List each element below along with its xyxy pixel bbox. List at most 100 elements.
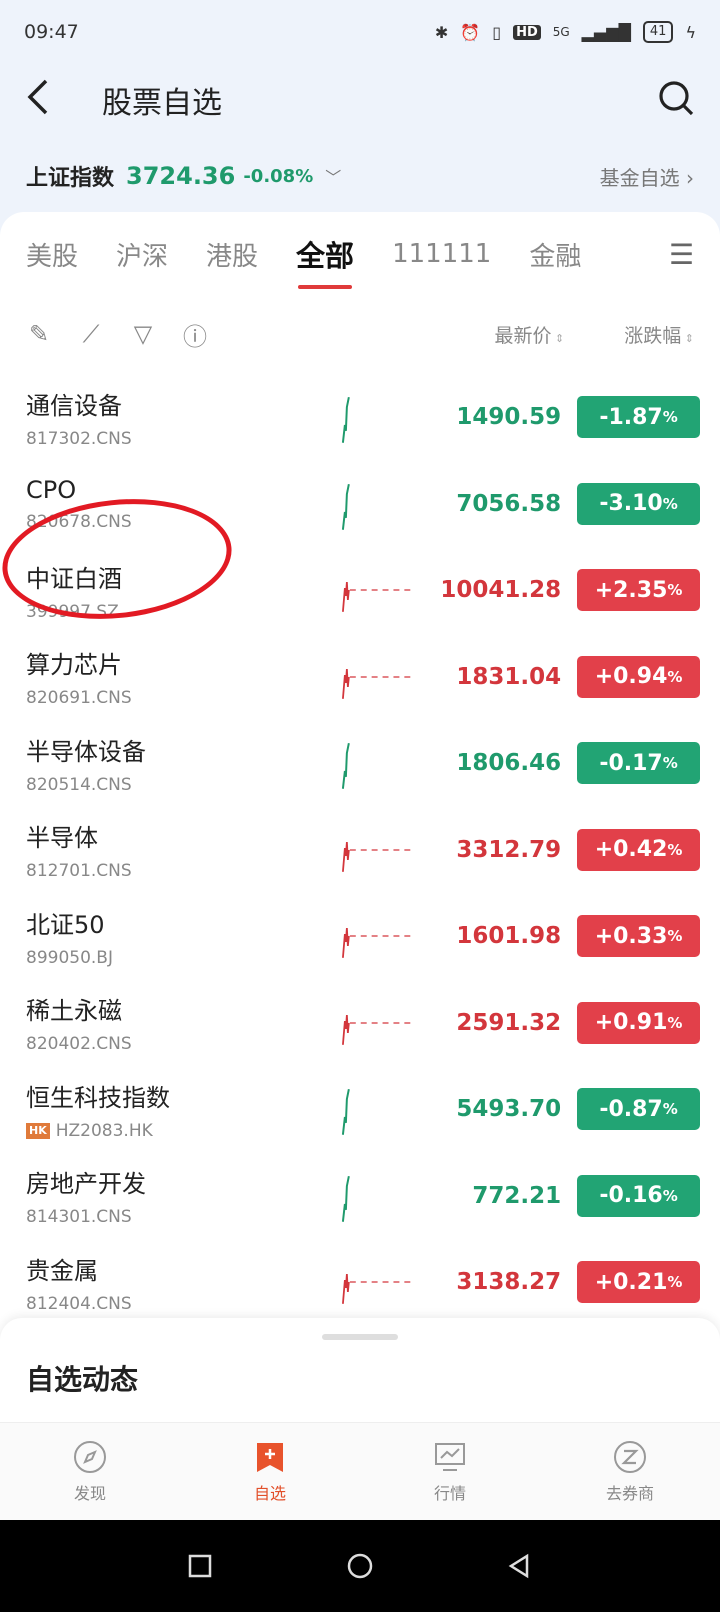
stock-change-badge[interactable]: +0.33% [577,915,700,958]
search-icon[interactable] [656,78,696,122]
stock-price: 2591.32 [456,1009,562,1036]
stock-name: 通信设备 [26,391,122,420]
percent-sign: % [667,667,683,686]
stock-price: 3312.79 [456,836,562,863]
sparkline [342,928,411,959]
watchlist-dynamics-panel[interactable]: 自选动态 [0,1318,720,1422]
sort-by-price[interactable]: 最新价 ⇕ [495,321,565,348]
percent-sign: % [662,1100,678,1119]
tab-all[interactable]: 全部 [296,233,354,289]
stock-code-line: HK HZ2083.HK [26,1121,333,1141]
stock-price: 772.21 [472,1182,562,1209]
stock-code: 812404.CNS [26,1293,132,1314]
stock-row[interactable]: 算力芯片 820691.CNS 1831.04 +0.94% [0,634,720,721]
stock-row[interactable]: 贵金属 812404.CNS 3138.27 +0.21% [0,1239,720,1326]
stock-list: 通信设备 817302.CNS 1490.59 -1.87% CPO 82067… [0,374,720,1326]
stock-change-badge[interactable]: +0.91% [577,1001,700,1044]
sparkline [342,1089,351,1136]
stock-name: 中证白酒 [26,564,122,593]
tab-hk-stocks[interactable]: 港股 [206,236,258,273]
stock-change-badge[interactable]: +0.21% [577,1261,700,1304]
back-icon[interactable] [507,1553,533,1579]
stock-change-badge[interactable]: -0.87% [577,1088,700,1131]
stock-change-badge[interactable]: +0.42% [577,828,700,871]
percent-sign: % [667,927,683,946]
stock-name-col: CPO 820678.CNS [26,476,333,532]
stock-code-line: 899050.BJ [26,948,333,968]
stock-name: 北证50 [26,910,105,939]
index-ticker[interactable]: 上证指数 3724.36 -0.08% ﹀ 基金自选 › [0,146,720,206]
stock-name-col: 中证白酒 399997.SZ [26,559,333,622]
stock-row[interactable]: 半导体设备 820514.CNS 1806.46 -0.17% [0,720,720,807]
nav-watchlist[interactable]: 自选 [180,1423,360,1520]
status-time: 09:47 [24,21,79,43]
manage-tabs-icon[interactable]: ☰ [669,238,694,271]
stock-name-col: 恒生科技指数 HK HZ2083.HK [26,1078,333,1141]
watchlist-card: 美股 沪深 港股 全部 111111 金融 ☰ ✎ ⟋ ▽ ⓘ 最新价 ⇕ 涨跌… [0,212,720,1362]
stock-change-badge[interactable]: -0.17% [577,742,700,785]
stock-code: 820678.CNS [26,511,132,532]
hd-icon: HD [513,24,541,40]
stock-change-badge[interactable]: -3.10% [577,482,700,525]
tab-us-stocks[interactable]: 美股 [26,236,78,273]
tab-custom-111111[interactable]: 111111 [392,239,491,269]
sort-by-change[interactable]: 涨跌幅 ⇕ [624,321,694,348]
stock-change-badge[interactable]: +2.35% [577,569,700,612]
index-value: 3724.36 [126,162,236,190]
stock-code-line: 820678.CNS [26,512,333,532]
sparkline [342,743,351,790]
signal-icon: ▂▄▆█ [581,22,631,42]
stock-price: 1601.98 [456,923,562,950]
stock-code-line: 812701.CNS [26,861,333,881]
stock-row[interactable]: 房地产开发 814301.CNS 772.21 -0.16% [0,1153,720,1240]
stock-price: 1806.46 [456,750,562,777]
info-icon[interactable]: ⓘ [182,317,208,352]
nav-market[interactable]: 行情 [360,1423,540,1520]
stock-change-value: +0.33 [594,923,668,949]
stock-name-col: 北证50 899050.BJ [26,905,333,968]
stock-change-value: +0.91 [594,1010,668,1036]
stock-row[interactable]: CPO 820678.CNS 7056.58 -3.10% [0,461,720,548]
stock-code: 820691.CNS [26,688,132,709]
nav-broker[interactable]: 去券商 [540,1423,720,1520]
stock-row[interactable]: 北证50 899050.BJ 1601.98 +0.33% [0,893,720,980]
percent-sign: % [662,754,678,773]
tab-shanghai-shenzhen[interactable]: 沪深 [116,236,168,273]
stock-row[interactable]: 恒生科技指数 HK HZ2083.HK 5493.70 -0.87% [0,1066,720,1153]
back-arrow-icon[interactable] [24,77,78,124]
stock-row[interactable]: 中证白酒 399997.SZ 10041.28 +2.35% [0,547,720,634]
stock-change-badge[interactable]: -1.87% [577,396,700,439]
trend-chart-icon[interactable]: ⟋ [78,320,104,348]
stock-name-col: 贵金属 812404.CNS [26,1251,333,1314]
stock-row[interactable]: 稀土永磁 820402.CNS 2591.32 +0.91% [0,980,720,1067]
edit-icon[interactable]: ✎ [26,320,52,348]
stock-code: 820402.CNS [26,1034,132,1055]
home-icon[interactable] [346,1552,374,1580]
stock-change-badge[interactable]: -0.16% [577,1174,700,1217]
market-chart-icon [435,1442,465,1471]
stock-change-badge[interactable]: +0.94% [577,655,700,698]
sort-icon: ⇕ [551,331,565,345]
stock-row[interactable]: 通信设备 817302.CNS 1490.59 -1.87% [0,374,720,461]
sparkline [342,582,411,613]
sparkline [342,841,411,872]
recent-apps-icon[interactable] [187,1553,213,1579]
stock-name: 房地产开发 [26,1170,146,1199]
tab-finance[interactable]: 金融 [529,236,581,273]
drag-handle[interactable] [322,1334,398,1340]
filter-icon[interactable]: ▽ [130,320,156,348]
stock-name: 恒生科技指数 [26,1083,170,1112]
stock-change-value: +0.21 [594,1269,668,1295]
nav-discover[interactable]: 发现 [0,1423,180,1520]
sparkline [342,668,411,699]
stock-row[interactable]: 半导体 812701.CNS 3312.79 +0.42% [0,807,720,894]
fund-watchlist-link[interactable]: 基金自选 › [600,162,694,191]
stock-price: 1831.04 [456,663,562,690]
stock-name-col: 稀土永磁 820402.CNS [26,991,333,1054]
broker-icon [614,1440,646,1473]
stock-code-line: 399997.SZ [26,602,333,622]
sort-icon: ⇕ [681,331,694,345]
stock-code-line: 820691.CNS [26,688,333,708]
chevron-down-icon[interactable]: ﹀ [325,164,341,188]
sparkline [342,1274,411,1305]
